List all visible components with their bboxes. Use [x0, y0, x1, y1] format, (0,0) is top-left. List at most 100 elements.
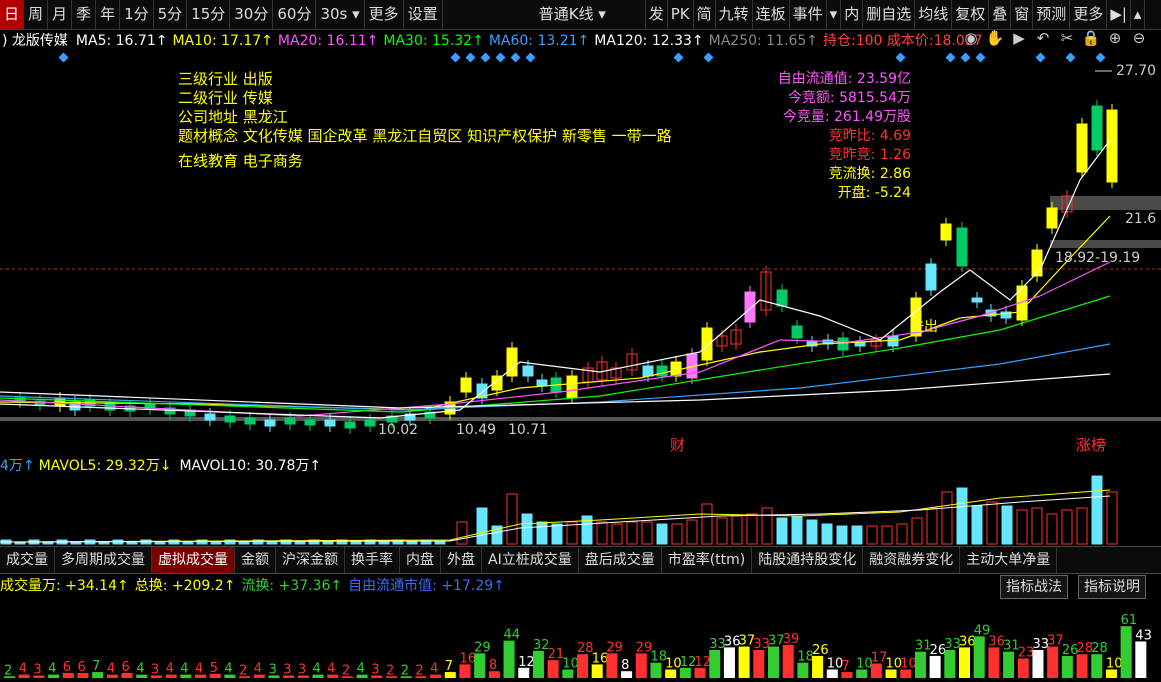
indicator-chart[interactable]: 2 4 3 4 6 6 7 4 6 4 3 4 4 4 5 4 2 4 3 3 3 4 4 2 4 3 2 2 2 4 7162984412… [0, 597, 1161, 682]
volume-bar [671, 523, 683, 545]
volume-bar [98, 541, 110, 545]
toolbar-button[interactable]: 发 [646, 0, 668, 29]
indicator-bar: 4 [430, 662, 442, 678]
kline-type-select[interactable]: 普通K线 ▾ [533, 0, 646, 29]
volume-bar [126, 541, 138, 545]
candle [264, 414, 276, 432]
indicator-tab[interactable]: 多周期成交量 [55, 547, 152, 573]
volume-bar [686, 519, 698, 545]
indicator-tab[interactable]: 陆股通持股变化 [752, 547, 864, 573]
volume-bar [406, 541, 418, 545]
ma-value: MA60: 13.21↑ [488, 33, 590, 49]
indicator-bar: 4 [18, 662, 30, 678]
indicator-tab[interactable]: 内盘 [400, 547, 441, 573]
concept-tags-2: 在线教育 电子商务 [178, 152, 303, 170]
indicator-tab[interactable]: 融资融券变化 [863, 547, 961, 573]
indicator-tab[interactable]: 换手率 [345, 547, 400, 573]
eye-icon[interactable]: ◉ [961, 29, 981, 47]
toolbar-button[interactable]: ▾ [827, 0, 842, 29]
indicator-tab[interactable]: 盘后成交量 [579, 547, 662, 573]
right-price-label: 21.6 [1125, 211, 1157, 227]
indicator-bar-label: 10 [900, 657, 917, 672]
indicator-header: 成交量万: +34.14↑ 总换: +209.2↑ 流换: +37.36↑ 自由流通市… [0, 573, 1161, 597]
toolbar-button[interactable]: 预测 [1033, 0, 1071, 29]
toolbar-button[interactable]: 九转 [716, 0, 753, 29]
period-tab[interactable]: 15分 [187, 0, 231, 29]
indicator-bar-label: 10 [562, 657, 579, 672]
volume-bar [731, 515, 743, 545]
toolbar-button[interactable]: 删自选 [863, 0, 916, 29]
toolbar-button[interactable]: 窗 [1011, 0, 1034, 29]
period-tab[interactable]: 60分 [273, 0, 317, 29]
indicator-tab[interactable]: 金额 [235, 547, 276, 573]
period-tab[interactable]: 30分 [230, 0, 274, 29]
zoom-out-icon[interactable]: ⊖ [1129, 29, 1149, 47]
period-tab[interactable]: 周 [24, 0, 49, 29]
signal-label: 进出 [910, 319, 938, 335]
toolbar-button[interactable]: ▶| [1107, 0, 1131, 29]
indicator-bar-label: 29 [474, 640, 491, 655]
indicator-strategy-button[interactable]: 指标战法 [1000, 575, 1068, 599]
indicator-bar-label: 4 [224, 662, 232, 677]
period-tab[interactable]: 设置 [404, 0, 443, 29]
indicator-tab[interactable]: 沪深金额 [276, 547, 345, 573]
scissors-icon[interactable]: ✂ [1057, 29, 1077, 47]
indicator-tab[interactable]: 市盈率(ttm) [662, 547, 753, 573]
indicator-tab[interactable]: AI立桩成交量 [482, 547, 579, 573]
stock-name: ) 龙版传媒 [2, 33, 68, 49]
zoom-in-icon[interactable]: ⊕ [1105, 29, 1125, 47]
period-tab[interactable]: 30s ▾ [316, 0, 365, 29]
undo-icon[interactable]: ↶ [1033, 29, 1053, 47]
period-tab[interactable]: 更多 [365, 0, 404, 29]
indicator-bar: 2 [386, 663, 398, 678]
candle [626, 348, 638, 376]
indicator-tab[interactable]: 主动大单净量 [960, 547, 1058, 573]
period-tab[interactable]: 季 [72, 0, 97, 29]
indicator-bar: 4 [165, 662, 177, 678]
indicator-tab[interactable]: 外盘 [441, 547, 482, 573]
toolbar-button[interactable]: 均线 [915, 0, 953, 29]
toolbar-button[interactable]: 更多 [1070, 0, 1108, 29]
toolbar-button[interactable]: 内 [841, 0, 864, 29]
volume-bar [611, 523, 623, 545]
indicator-bar: 4 [224, 662, 236, 678]
volume-bar [322, 541, 334, 545]
indicator-value: 总换: +209.2↑ [134, 578, 236, 594]
indicator-tab[interactable]: 虚拟成交量 [152, 547, 235, 573]
volume-bar [1001, 505, 1013, 545]
limit-up-label[interactable]: 涨榜 [1076, 434, 1106, 455]
industry-level3: 三级行业 出版 [178, 70, 273, 88]
candle [104, 398, 116, 416]
volume-bar [596, 521, 608, 545]
finance-event-label[interactable]: 财 [670, 434, 685, 455]
toolbar-button[interactable]: 事件 [790, 0, 827, 29]
volume-chart[interactable] [0, 475, 1161, 546]
volume-bar [536, 521, 548, 545]
lock-icon[interactable]: 🔒 [1081, 29, 1101, 47]
toolbar-button[interactable]: 简 [694, 0, 716, 29]
ma-lines [0, 139, 1111, 419]
indicator-bar: 43 [1135, 628, 1152, 678]
toolbar-button[interactable]: ▴ [1131, 0, 1146, 29]
period-tab[interactable]: 月 [48, 0, 73, 29]
toolbar-button[interactable]: 复权 [952, 0, 990, 29]
candle [304, 414, 316, 431]
candle [730, 324, 742, 350]
indicator-tab[interactable]: 成交量 [0, 547, 55, 573]
period-tab[interactable]: 1分 [120, 0, 154, 29]
volume-bar [836, 525, 848, 545]
play-icon[interactable]: ▶ [1009, 29, 1029, 47]
mavol5: MAVOL5: 29.32万↓ [38, 458, 172, 474]
indicator-bar-label: 2 [401, 663, 409, 678]
toolbar-button[interactable]: 叠 [989, 0, 1012, 29]
volume-bar [506, 493, 518, 545]
period-tab[interactable]: 年 [96, 0, 121, 29]
toolbar-button[interactable]: 连板 [753, 0, 790, 29]
hand-icon[interactable]: ✋ [985, 29, 1005, 47]
toolbar-button[interactable]: PK [668, 0, 694, 29]
indicator-help-button[interactable]: 指标说明 [1078, 575, 1146, 599]
period-tab[interactable]: 5分 [154, 0, 188, 29]
period-tab[interactable]: 日 [0, 0, 25, 29]
indicator-bar-label: 7 [445, 659, 453, 674]
candle [1076, 118, 1088, 178]
